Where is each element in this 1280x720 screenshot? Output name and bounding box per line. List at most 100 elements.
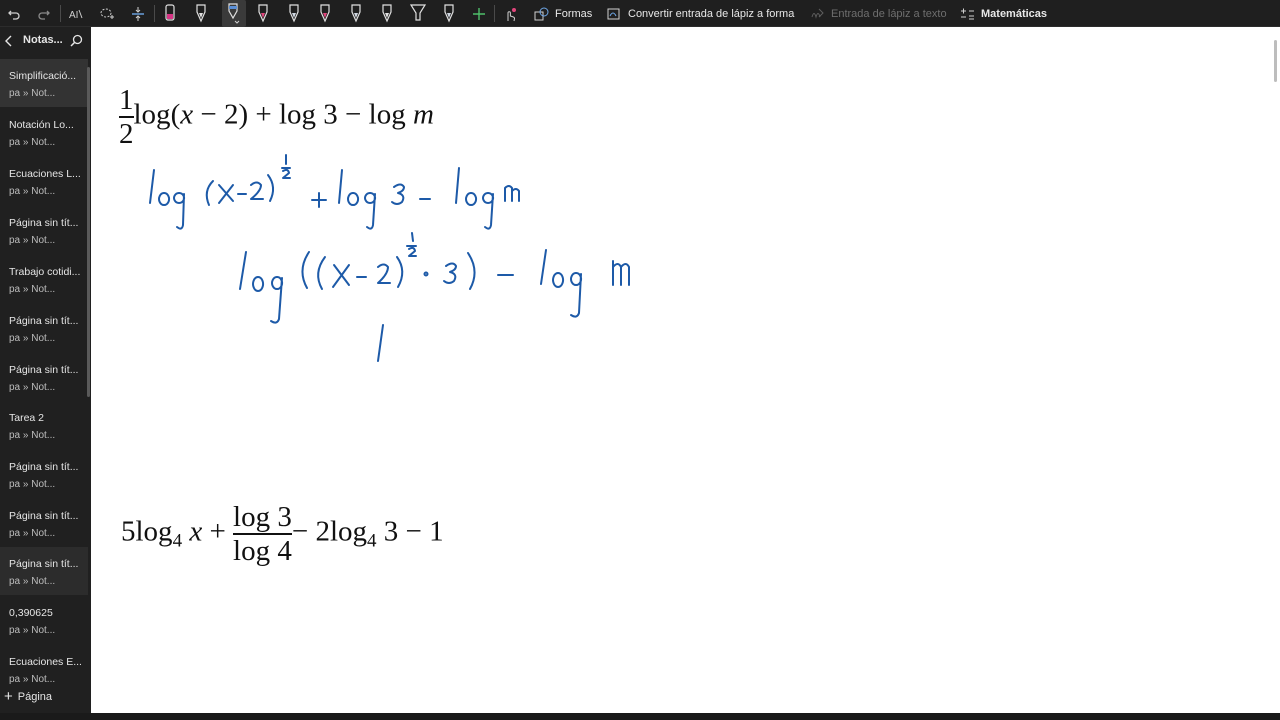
page-item[interactable]: Página sin tít... pa » Not... [0,499,88,547]
ink-stroke [347,192,360,206]
ink-stroke [443,262,457,284]
notebook-title[interactable]: Notas... [23,34,63,46]
log-base: 4 [367,530,377,552]
pages-pane: Notas... Simplificació... pa » Not... No… [0,27,91,720]
page-item[interactable]: Página sin tít... pa » Not... [0,353,88,401]
redo-icon[interactable] [34,0,54,27]
add-page-button[interactable]: + Página [4,688,53,705]
page-item[interactable]: Trabajo cotidi... pa » Not... [0,255,88,303]
note-canvas[interactable]: 1 2 log(x − 2) + log 3 − log m 5log4 x +… [91,27,1280,713]
pen-dark-icon[interactable] [377,0,397,27]
ink-stroke [239,251,247,290]
page-item[interactable]: 0,390625 pa » Not... [0,596,88,644]
canvas-scrollbar[interactable] [1274,40,1277,82]
convert-ink-to-shape-button[interactable]: Convertir entrada de lápiz a forma [607,0,794,27]
ink-stroke [391,183,405,205]
ink-stroke [467,252,476,290]
page-item-path: pa » Not... [9,528,56,539]
status-bar [0,713,1280,720]
fraction-log3-over-log4: log 3 log 4 [233,501,292,567]
page-item-path: pa » Not... [9,576,56,587]
page-item-title: Página sin tít... [9,364,79,376]
pen-black-icon[interactable] [191,0,211,27]
shapes-button[interactable]: Formas [534,0,592,27]
expression-tail: 3 − 1 [383,515,444,548]
ink-stroke [377,324,384,362]
text-select-icon[interactable]: AI [66,0,86,27]
page-item[interactable]: Tarea 2 pa » Not... [0,401,88,449]
coefficient-log: 5log [121,515,173,548]
ink-stroke [281,154,291,179]
shapes-icon [534,7,549,20]
ink-stroke [552,272,565,288]
page-item-path: pa » Not... [9,430,56,441]
math-button[interactable]: Matemáticas [960,0,1047,27]
page-item-path: pa » Not... [9,333,56,344]
eraser-icon[interactable] [160,0,180,27]
page-item-title: Tarea 2 [9,412,45,424]
highlighter-icon[interactable] [406,0,430,27]
ink-strokes[interactable] [91,27,791,387]
page-item[interactable]: Ecuaciones E... pa » Not... [0,645,88,693]
ink-stroke [267,174,274,202]
ink-stroke [465,192,478,206]
search-icon[interactable] [70,34,83,47]
plus-sign: + [209,515,226,548]
minus-two-log: − 2log [291,515,368,548]
undo-icon[interactable] [4,0,24,27]
ink-stroke [540,249,547,285]
ribbon-toolbar: AI Formas Convertir entrada de lápiz a f… [0,0,1280,27]
page-item-path: pa » Not... [9,625,56,636]
ink-to-text-icon [811,8,824,19]
ink-stroke [455,167,460,204]
ink-to-text-label: Entrada de lápiz a texto [831,7,947,20]
ink-stroke [311,192,327,208]
pen-pink-icon[interactable] [253,0,273,27]
page-item[interactable]: Página sin tít... pa » Not... [0,304,88,352]
page-item-path: pa » Not... [9,479,56,490]
pen-blue-icon[interactable] [222,0,246,27]
variable-x: x [189,515,203,548]
pen-white-icon[interactable] [284,0,304,27]
plus-icon: + [4,688,13,705]
pane-header: Notas... [0,27,91,55]
ink-stroke [252,276,265,292]
page-item[interactable]: Página sin tít... pa » Not... [0,547,88,595]
ink-stroke [338,169,343,204]
ink-stroke [270,276,284,324]
fraction-denominator: log 4 [233,535,292,567]
page-item-path: pa » Not... [9,284,56,295]
ink-stroke [396,256,404,288]
page-item[interactable]: Simplificació... pa » Not... [0,59,88,107]
page-item-path: pa » Not... [9,186,56,197]
page-item[interactable]: Notación Lo... pa » Not... [0,108,88,156]
ink-stroke [570,272,583,318]
page-item-title: Página sin tít... [9,510,79,522]
lasso-select-icon[interactable] [97,0,117,27]
math-label: Matemáticas [981,7,1048,20]
pane-scrollbar[interactable] [87,67,90,397]
convert-ink-to-shape-label: Convertir entrada de lápiz a forma [628,7,795,20]
page-item[interactable]: Ecuaciones L... pa » Not... [0,157,88,205]
ink-to-text-button[interactable]: Entrada de lápiz a texto [810,0,947,27]
back-chevron-icon[interactable] [4,35,14,47]
page-item[interactable]: Página sin tít... pa » Not... [0,450,88,498]
page-item-title: Ecuaciones E... [9,656,82,668]
ink-stroke [504,185,520,202]
add-page-label: Página [17,691,53,703]
add-pen-icon[interactable] [469,0,489,27]
ink-stroke [423,271,429,277]
page-item[interactable]: Página sin tít... pa » Not... [0,206,88,254]
page-item-title: Página sin tít... [9,217,79,229]
page-item-path: pa » Not... [9,88,56,99]
page-item-title: Simplificació... [9,70,77,82]
pen-red-icon[interactable] [315,0,335,27]
pen-gray-icon[interactable] [346,0,366,27]
page-item-title: Trabajo cotidi... [9,266,81,278]
page-item-title: Notación Lo... [9,119,74,131]
page-item-title: 0,390625 [9,607,53,619]
add-space-icon[interactable] [128,0,148,27]
touch-draw-icon[interactable] [500,0,520,27]
ink-stroke [406,232,417,257]
pen-light-icon[interactable] [439,0,459,27]
